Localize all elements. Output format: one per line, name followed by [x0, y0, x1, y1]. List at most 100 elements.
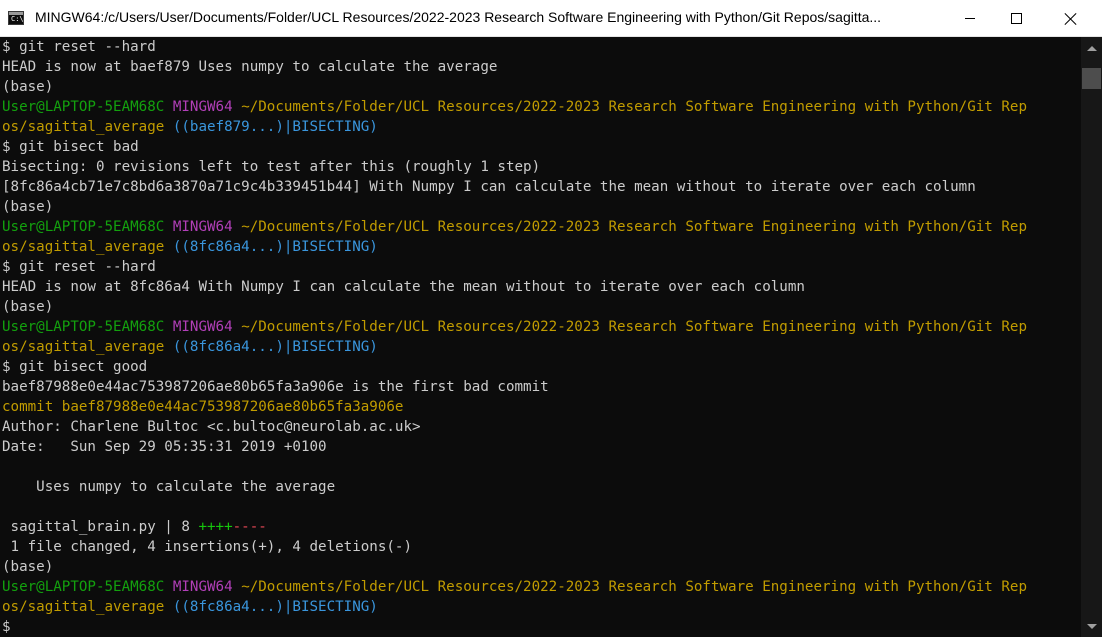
- terminal-text-segment: (base): [2, 199, 54, 215]
- terminal-line: os/sagittal_average ((8fc86a4...)|BISECT…: [2, 337, 1080, 357]
- terminal-line: Author: Charlene Bultoc <c.bultoc@neurol…: [2, 417, 1080, 437]
- close-button[interactable]: [1039, 0, 1102, 37]
- vertical-scrollbar[interactable]: [1081, 37, 1102, 637]
- close-icon: [1065, 13, 1077, 25]
- title-bar[interactable]: C:\ MINGW64:/c/Users/User/Documents/Fold…: [0, 0, 1102, 37]
- terminal-text-segment: ((8fc86a4...)|BISECTING): [172, 339, 378, 355]
- terminal-text-segment: ((baef879...)|BISECTING): [172, 119, 378, 135]
- terminal-line: Date: Sun Sep 29 05:35:31 2019 +0100: [2, 437, 1080, 457]
- terminal-text-segment: HEAD is now at baef879 Uses numpy to cal…: [2, 59, 498, 75]
- minimize-button[interactable]: [947, 0, 993, 37]
- terminal-output[interactable]: $ git reset --hard HEAD is now at baef879…: [2, 37, 1080, 637]
- terminal-text-segment: (base): [2, 299, 54, 315]
- terminal-text-segment: os/sagittal_average: [2, 119, 165, 135]
- scroll-down-button[interactable]: [1081, 615, 1102, 637]
- terminal-line: HEAD is now at 8fc86a4 With Numpy I can …: [2, 277, 1080, 297]
- terminal-text-segment: User@LAPTOP-5EAM68C: [2, 99, 165, 115]
- scroll-down-arrow-icon: [1086, 623, 1097, 629]
- terminal-text-segment: $ git bisect bad: [2, 139, 139, 155]
- terminal-text-segment: [8fc86a4cb71e7c8bd6a3870a71c9c4b339451b4…: [2, 179, 976, 195]
- window-title: MINGW64:/c/Users/User/Documents/Folder/U…: [35, 9, 882, 25]
- terminal-line: User@LAPTOP-5EAM68C MINGW64 ~/Documents/…: [2, 317, 1080, 337]
- terminal-line: 1 file changed, 4 insertions(+), 4 delet…: [2, 537, 1080, 557]
- terminal-icon[interactable]: C:\: [8, 11, 24, 25]
- terminal-text-segment: ~/Documents/Folder/UCL Resources/2022-20…: [241, 99, 1028, 115]
- terminal-line: User@LAPTOP-5EAM68C MINGW64 ~/Documents/…: [2, 577, 1080, 597]
- terminal-text-segment: os/sagittal_average: [2, 599, 165, 615]
- terminal-text-segment: baef87988e0e44ac753987206ae80b65fa3a906e…: [2, 379, 549, 395]
- maximize-icon: [1010, 13, 1022, 24]
- terminal-text-segment: ((8fc86a4...)|BISECTING): [172, 599, 378, 615]
- terminal-text-segment: User@LAPTOP-5EAM68C: [2, 219, 165, 235]
- terminal-text-segment: ++++: [198, 519, 233, 535]
- terminal-line: $: [2, 617, 1080, 637]
- terminal-line: $ git reset --hard: [2, 257, 1080, 277]
- terminal-text-segment: sagittal_brain.py | 8: [2, 519, 199, 535]
- terminal-text-segment: (base): [2, 559, 54, 575]
- terminal-line: User@LAPTOP-5EAM68C MINGW64 ~/Documents/…: [2, 217, 1080, 237]
- terminal-line: $ git bisect good: [2, 357, 1080, 377]
- terminal-line: (base): [2, 77, 1080, 97]
- terminal-line: os/sagittal_average ((8fc86a4...)|BISECT…: [2, 237, 1080, 257]
- terminal-text-segment: 1 file changed, 4 insertions(+), 4 delet…: [2, 539, 412, 555]
- terminal-text-segment: MINGW64: [172, 219, 233, 235]
- terminal-line: HEAD is now at baef879 Uses numpy to cal…: [2, 57, 1080, 77]
- terminal-text-segment: $ git reset --hard: [2, 39, 156, 55]
- terminal-line: User@LAPTOP-5EAM68C MINGW64 ~/Documents/…: [2, 97, 1080, 117]
- terminal-text-segment: commit baef87988e0e44ac753987206ae80b65f…: [2, 399, 404, 415]
- terminal-text-segment: Date: Sun Sep 29 05:35:31 2019 +0100: [2, 439, 327, 455]
- terminal-text-segment: (base): [2, 79, 54, 95]
- terminal-text-segment: MINGW64: [172, 99, 233, 115]
- maximize-button[interactable]: [993, 0, 1039, 37]
- terminal-text-segment: HEAD is now at 8fc86a4 With Numpy I can …: [2, 279, 805, 295]
- terminal-line: os/sagittal_average ((8fc86a4...)|BISECT…: [2, 597, 1080, 617]
- terminal-line: Uses numpy to calculate the average: [2, 477, 1080, 497]
- terminal-text-segment: MINGW64: [172, 579, 233, 595]
- terminal-text-segment: Uses numpy to calculate the average: [2, 479, 336, 495]
- terminal-text-segment: ----: [232, 519, 267, 535]
- terminal-line: baef87988e0e44ac753987206ae80b65fa3a906e…: [2, 377, 1080, 397]
- terminal-line: $ git bisect bad: [2, 137, 1080, 157]
- terminal-text-segment: ~/Documents/Folder/UCL Resources/2022-20…: [241, 319, 1028, 335]
- terminal-line: Bisecting: 0 revisions left to test afte…: [2, 157, 1080, 177]
- terminal-line: (base): [2, 297, 1080, 317]
- scrollbar-thumb[interactable]: [1082, 68, 1101, 89]
- terminal-text-segment: User@LAPTOP-5EAM68C: [2, 319, 165, 335]
- terminal-text-segment: $: [2, 619, 11, 635]
- scroll-up-arrow-icon: [1086, 45, 1097, 51]
- terminal-text-segment: $ git bisect good: [2, 359, 148, 375]
- terminal-text-segment: $ git reset --hard: [2, 259, 156, 275]
- terminal-line: (base): [2, 557, 1080, 577]
- minimize-icon: [965, 18, 975, 19]
- terminal-line: $ git reset --hard: [2, 37, 1080, 57]
- terminal-text-segment: os/sagittal_average: [2, 339, 165, 355]
- terminal-text-segment: ~/Documents/Folder/UCL Resources/2022-20…: [241, 219, 1028, 235]
- terminal-text-segment: Author: Charlene Bultoc <c.bultoc@neurol…: [2, 419, 421, 435]
- terminal-text-segment: User@LAPTOP-5EAM68C: [2, 579, 165, 595]
- terminal-text-segment: ~/Documents/Folder/UCL Resources/2022-20…: [241, 579, 1028, 595]
- terminal-text-segment: ((8fc86a4...)|BISECTING): [172, 239, 378, 255]
- terminal-line: os/sagittal_average ((baef879...)|BISECT…: [2, 117, 1080, 137]
- terminal-text-segment: MINGW64: [172, 319, 233, 335]
- terminal-line: [8fc86a4cb71e7c8bd6a3870a71c9c4b339451b4…: [2, 177, 1080, 197]
- terminal-line: (base): [2, 197, 1080, 217]
- terminal-text-segment: Bisecting: 0 revisions left to test afte…: [2, 159, 541, 175]
- terminal-icon-text: C:\: [11, 15, 24, 23]
- scroll-up-button[interactable]: [1081, 37, 1102, 59]
- terminal-text-segment: os/sagittal_average: [2, 239, 165, 255]
- terminal-line: commit baef87988e0e44ac753987206ae80b65f…: [2, 397, 1080, 417]
